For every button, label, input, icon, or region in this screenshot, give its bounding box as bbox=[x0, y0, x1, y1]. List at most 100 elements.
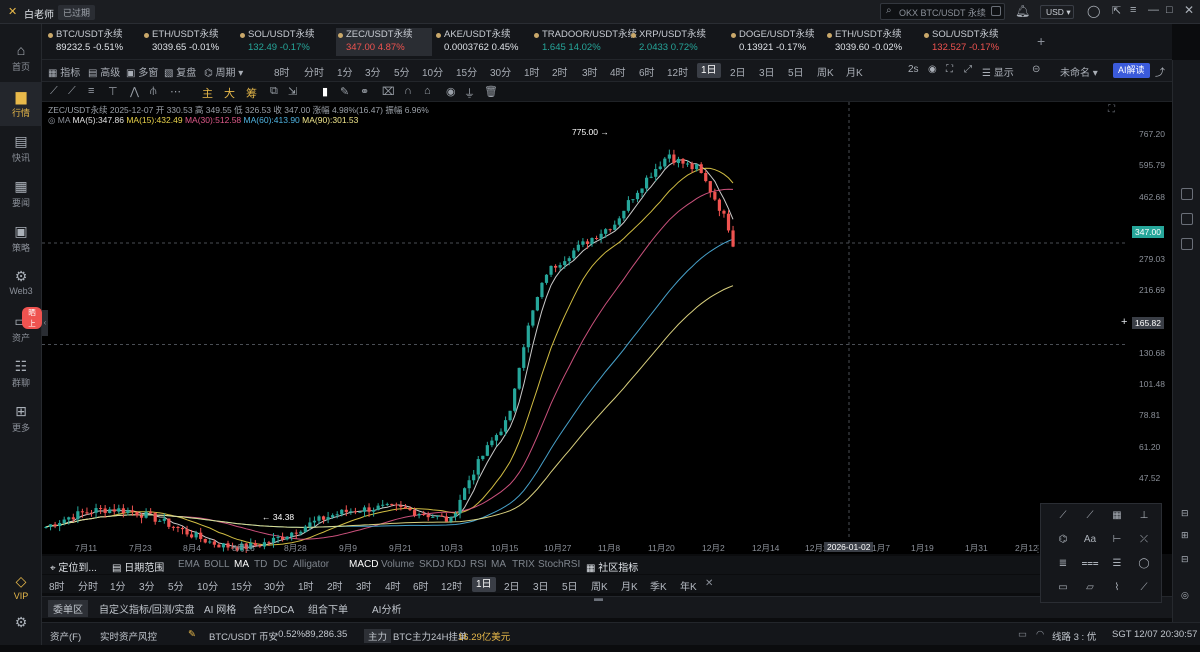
panel-icon[interactable] bbox=[1181, 188, 1193, 200]
indicator-rsi[interactable]: RSI bbox=[470, 559, 487, 570]
tab-combo-order[interactable]: 组合下单 bbox=[308, 601, 348, 616]
ticker-item[interactable]: BTC/USDT永续 89232.5 -0.51% bbox=[46, 28, 142, 56]
chip-label[interactable]: 筹 bbox=[246, 85, 257, 101]
period-option-active[interactable]: 1日 bbox=[697, 63, 721, 78]
indicator-ema[interactable]: EMA bbox=[178, 559, 200, 570]
kline-chart[interactable] bbox=[42, 102, 1172, 554]
period-option[interactable]: 2时 bbox=[552, 64, 568, 79]
grid-toggle-icon[interactable]: ⊟ bbox=[1181, 508, 1189, 519]
period-option[interactable]: 4时 bbox=[610, 64, 626, 79]
more-tools-icon[interactable]: ⋯ bbox=[170, 85, 181, 98]
trash-icon[interactable]: 🗑︎ bbox=[484, 85, 498, 98]
expand-icon[interactable]: ⤢ bbox=[964, 64, 972, 75]
pitchfork-tool-icon[interactable]: ⫛ bbox=[150, 85, 157, 98]
period2-option[interactable]: 15分 bbox=[231, 578, 252, 593]
trend-line-icon[interactable]: ⟋ bbox=[1051, 506, 1075, 526]
indicator-ma-sub[interactable]: MA bbox=[491, 559, 506, 570]
indicator-td[interactable]: TD bbox=[254, 559, 267, 570]
toggle-icon[interactable]: ⊝ bbox=[1032, 64, 1040, 75]
period-option[interactable]: 3分 bbox=[365, 64, 381, 79]
ellipse-icon[interactable]: ◯ bbox=[1132, 554, 1156, 574]
period-option[interactable]: 1分 bbox=[337, 64, 353, 79]
rectangle-icon[interactable]: ▭ bbox=[1051, 578, 1075, 598]
period2-option[interactable]: 30分 bbox=[264, 578, 285, 593]
ticker-item[interactable]: SOL/USDT永续 132.527 -0.17% bbox=[922, 28, 1018, 56]
period-option[interactable]: 3日 bbox=[759, 64, 775, 79]
eye-icon[interactable]: ◎ bbox=[48, 115, 55, 125]
polyline-tool-icon[interactable]: ⋀ bbox=[130, 85, 139, 98]
layer-icon[interactable]: ◎ bbox=[1181, 590, 1189, 601]
multi-window-button[interactable]: ▣ 多窗 bbox=[126, 64, 158, 79]
tab-contract-dca[interactable]: 合约DCA bbox=[253, 601, 294, 616]
period2-option[interactable]: 5日 bbox=[562, 578, 578, 593]
period-option[interactable]: 5分 bbox=[394, 64, 410, 79]
period-option[interactable]: 2日 bbox=[730, 64, 746, 79]
speed-select[interactable]: 2s bbox=[908, 64, 919, 75]
ticker-item[interactable]: AKE/USDT永续 0.0003762 0.45% bbox=[434, 28, 530, 56]
period2-option[interactable]: 3分 bbox=[139, 578, 155, 593]
maximize-icon[interactable]: □ bbox=[1166, 4, 1173, 16]
measure-icon[interactable]: ⟋ bbox=[1132, 578, 1156, 598]
indicator-kdj[interactable]: KDJ bbox=[447, 559, 466, 570]
display-button[interactable]: ☰ 显示 bbox=[982, 64, 1014, 79]
share-icon[interactable]: ⤴ bbox=[1155, 64, 1165, 79]
ai-interpret-button[interactable]: AI解读 bbox=[1113, 63, 1150, 78]
ticker-item[interactable]: ETH/USDT永续 3039.65 -0.01% bbox=[142, 28, 238, 56]
replay-button[interactable]: ▧ 复盘 bbox=[164, 64, 196, 79]
ray-line-icon[interactable]: ⟋ bbox=[1078, 506, 1102, 526]
close-period-icon[interactable]: ✕ bbox=[705, 578, 713, 589]
ticker-item[interactable]: XRP/USDT永续 2.0433 0.72% bbox=[629, 28, 725, 56]
ticker-item[interactable]: TRADOOR/USDT永续 1.645 14.02% bbox=[532, 28, 637, 56]
indicator-alligator[interactable]: Alligator bbox=[293, 559, 329, 570]
link-icon[interactable]: ⚭ bbox=[360, 85, 369, 98]
layout-select[interactable]: 未命名 ▾ bbox=[1060, 64, 1098, 79]
period2-option[interactable]: 6时 bbox=[413, 578, 429, 593]
sidebar-item-chat[interactable]: ☷ 群聊 bbox=[0, 352, 42, 396]
period-option[interactable]: 3时 bbox=[582, 64, 598, 79]
sidebar-item-web3[interactable]: ⚙ Web3 bbox=[0, 262, 42, 306]
panel-icon[interactable] bbox=[1181, 213, 1193, 225]
pattern-icon[interactable]: ⌬ bbox=[1051, 530, 1075, 550]
tab-ai-analysis[interactable]: AI分析 bbox=[372, 601, 401, 616]
line-tool-icon[interactable]: ⟋ bbox=[50, 85, 58, 98]
date-range-button[interactable]: ▤ 日期范围 bbox=[112, 559, 164, 574]
vertical-line-icon[interactable]: ⊥ bbox=[1132, 506, 1156, 526]
period2-option[interactable]: 3时 bbox=[356, 578, 372, 593]
period-option[interactable]: 月K bbox=[846, 64, 863, 79]
parallel-channel-icon[interactable]: ▦ bbox=[1105, 506, 1129, 526]
screen-icon[interactable]: ▭ bbox=[1018, 629, 1027, 640]
hline-icon[interactable]: ⊢ bbox=[1105, 530, 1129, 550]
pin-icon[interactable]: ⇱ bbox=[1112, 4, 1121, 17]
indicator-macd[interactable]: MACD bbox=[349, 559, 378, 570]
sidebar-item-home[interactable]: ⌂ 首页 bbox=[0, 36, 42, 80]
channel-tool-icon[interactable]: ≡ bbox=[88, 85, 94, 97]
currency-select[interactable]: USD ▾ bbox=[1040, 5, 1074, 19]
period2-option[interactable]: 月K bbox=[621, 578, 638, 593]
period2-option-active[interactable]: 1日 bbox=[472, 577, 496, 592]
period2-option[interactable]: 1分 bbox=[110, 578, 126, 593]
hline-tool-icon[interactable]: ⊤ bbox=[108, 85, 118, 98]
user-icon[interactable]: ◯ bbox=[1087, 4, 1100, 18]
period-option[interactable]: 30分 bbox=[490, 64, 511, 79]
crosshair-plus-icon[interactable]: + bbox=[1121, 316, 1127, 328]
line-status[interactable]: 线路 3 : 优 bbox=[1052, 629, 1096, 643]
lock-icon[interactable]: ⌂ bbox=[424, 85, 431, 97]
expired-badge[interactable]: 已过期 bbox=[58, 5, 96, 20]
tab-ai-grid[interactable]: AI 网格 bbox=[204, 601, 236, 616]
period-option[interactable]: 1时 bbox=[524, 64, 540, 79]
tab-orders[interactable]: 委单区 bbox=[48, 600, 88, 617]
sidebar-settings[interactable]: ⚙ bbox=[0, 608, 42, 652]
camera-icon[interactable]: ◉ bbox=[928, 64, 937, 75]
indicator-dc[interactable]: DC bbox=[273, 559, 287, 570]
period2-option[interactable]: 12时 bbox=[441, 578, 462, 593]
sidebar-item-strategy[interactable]: ▣ 策略 bbox=[0, 217, 42, 261]
split-icon[interactable]: ⊞ bbox=[1181, 530, 1189, 541]
sidebar-item-vip[interactable]: ◇ VIP bbox=[0, 567, 42, 611]
copy-icon[interactable]: ⧉ bbox=[270, 85, 278, 98]
asset-label[interactable]: 资产(F) bbox=[50, 629, 81, 643]
grid-toggle-icon[interactable]: ⊟ bbox=[1181, 554, 1189, 565]
fib-icon[interactable]: ≣ bbox=[1051, 554, 1075, 574]
indicator-ma[interactable]: MA bbox=[234, 559, 249, 570]
period-option[interactable]: 5日 bbox=[788, 64, 804, 79]
indicator-stochrsi[interactable]: StochRSI bbox=[538, 559, 580, 570]
